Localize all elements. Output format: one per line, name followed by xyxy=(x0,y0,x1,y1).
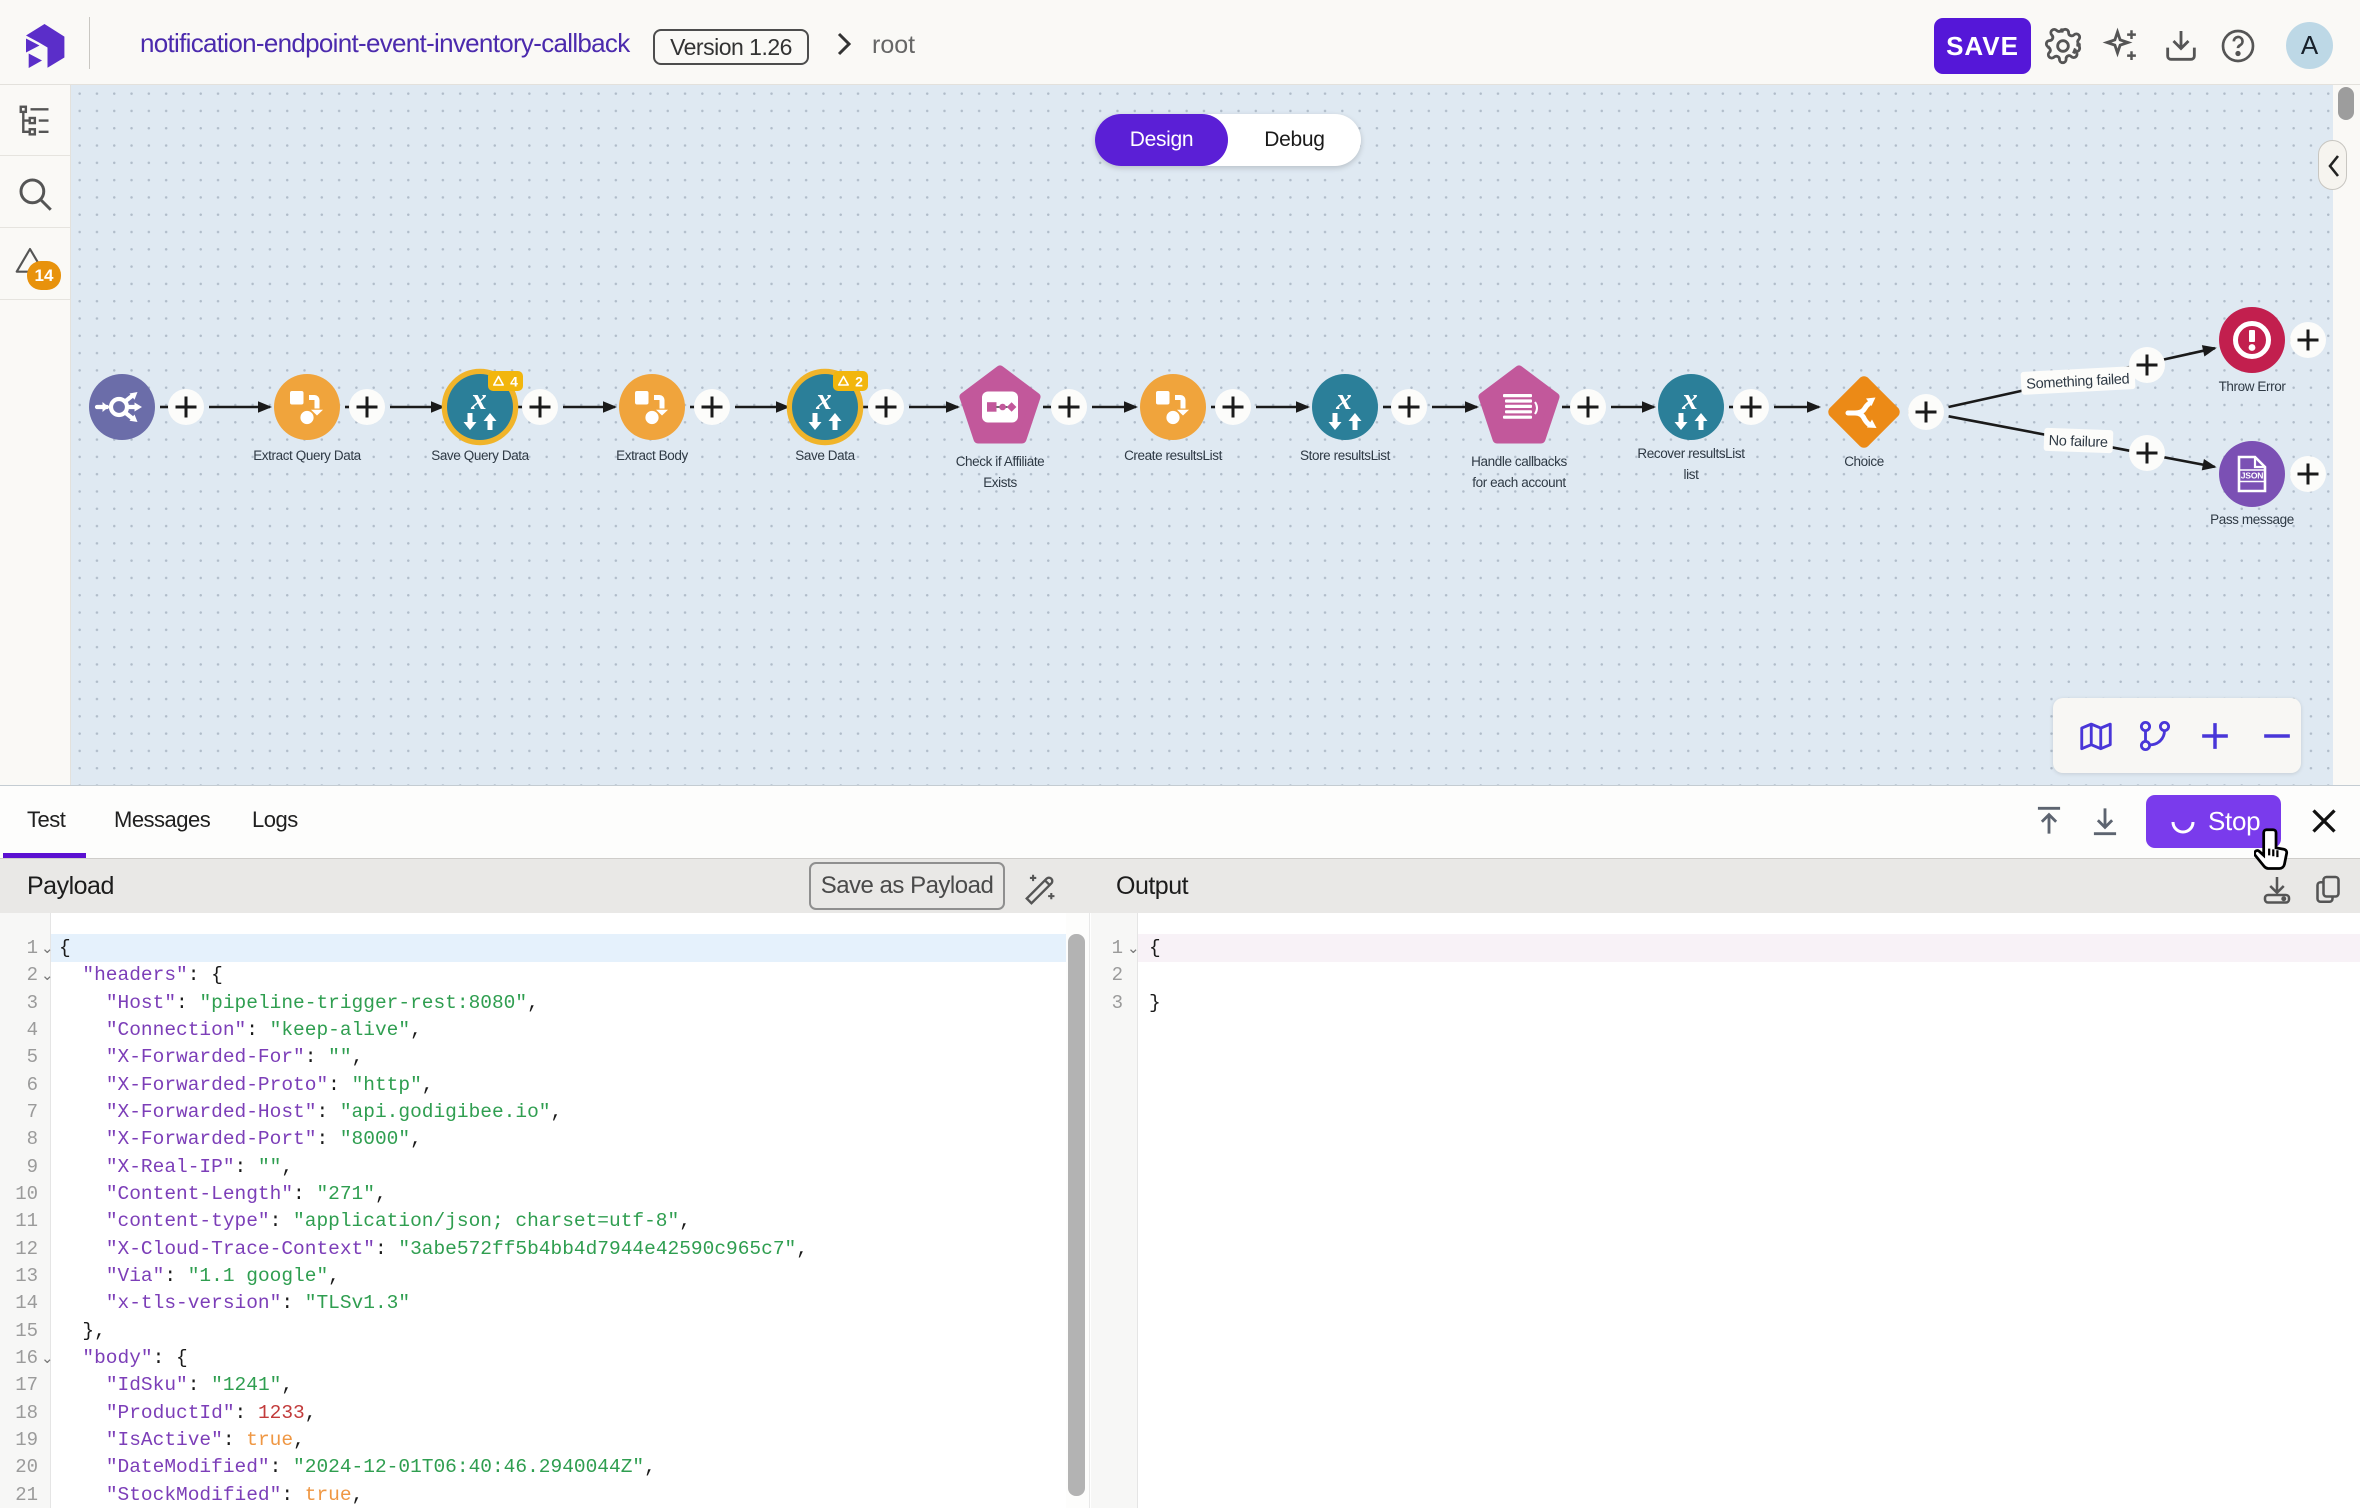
svg-text:Handle callbacks: Handle callbacks xyxy=(1471,454,1567,469)
svg-text:Create resultsList: Create resultsList xyxy=(1124,448,1222,463)
svg-text:Exists: Exists xyxy=(983,475,1017,490)
svg-text:x: x xyxy=(1681,381,1698,416)
svg-text:x: x xyxy=(1335,381,1352,416)
svg-text:x: x xyxy=(815,381,832,416)
svg-text:Choice: Choice xyxy=(1844,454,1884,469)
svg-text:Throw Error: Throw Error xyxy=(2219,379,2287,394)
svg-text:x: x xyxy=(470,381,487,416)
svg-text:Extract Body: Extract Body xyxy=(616,448,688,463)
svg-text:No failure: No failure xyxy=(2048,433,2108,451)
svg-text:Save Data: Save Data xyxy=(795,448,855,463)
svg-text:Recover resultsList: Recover resultsList xyxy=(1637,446,1745,461)
svg-text:Extract Query Data: Extract Query Data xyxy=(253,448,361,463)
svg-text:Save Query Data: Save Query Data xyxy=(431,448,529,463)
svg-text:2: 2 xyxy=(855,374,863,390)
svg-text:list: list xyxy=(1684,467,1700,482)
svg-text:JSON: JSON xyxy=(2241,471,2264,481)
svg-text:Store resultsList: Store resultsList xyxy=(1300,448,1391,463)
svg-text:Pass message: Pass message xyxy=(2210,512,2294,527)
svg-text:Check if Affiliate: Check if Affiliate xyxy=(956,454,1045,469)
svg-text:4: 4 xyxy=(510,374,518,390)
svg-text:for each account: for each account xyxy=(1472,475,1566,490)
